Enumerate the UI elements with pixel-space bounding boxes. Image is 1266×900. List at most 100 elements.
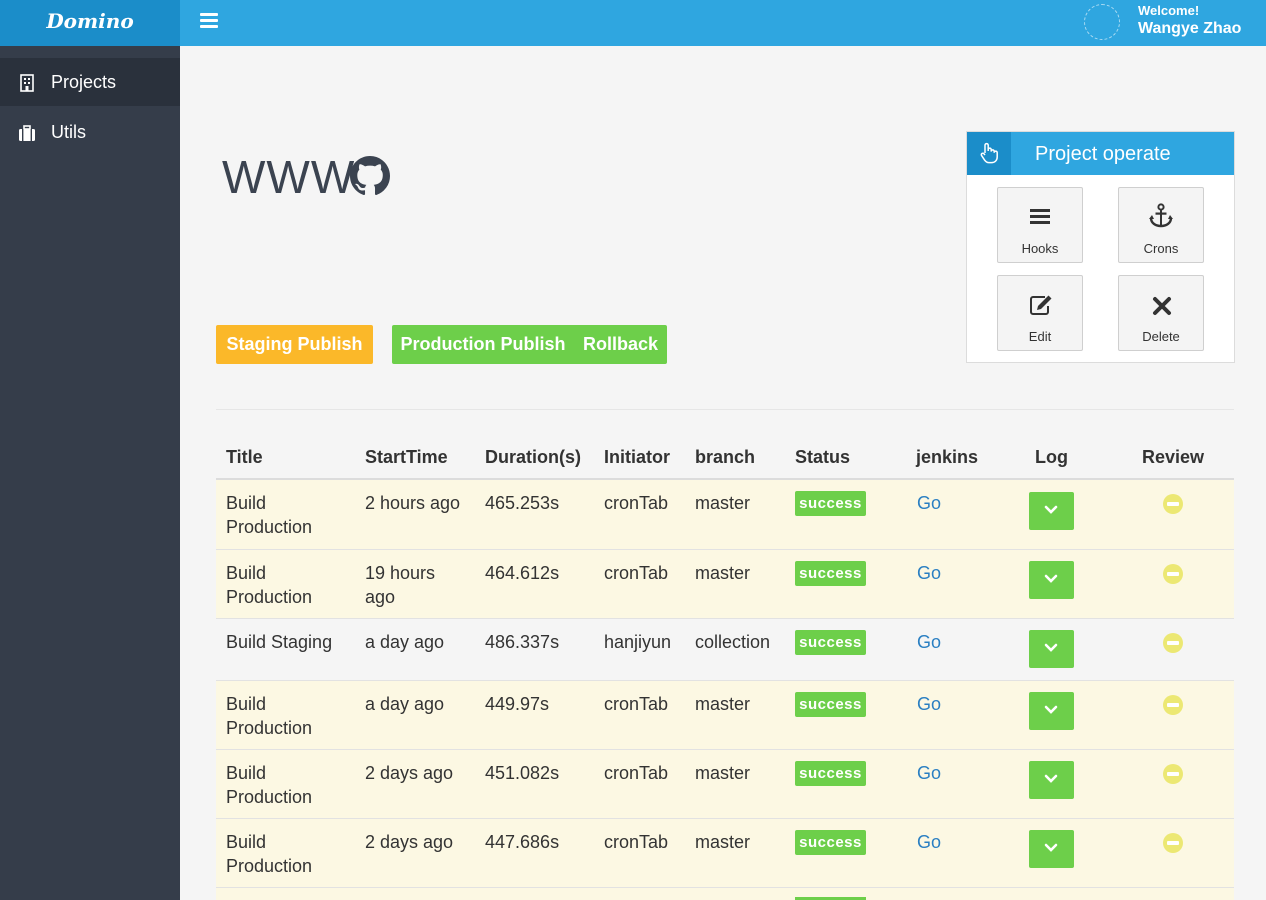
review-minus-icon[interactable] (1163, 494, 1183, 514)
table-row: Build Staging a day ago 486.337s hanjiyu… (216, 619, 1234, 681)
column-header-review[interactable]: Review (1142, 446, 1204, 468)
jenkins-go-link[interactable]: Go (917, 630, 941, 654)
row-duration: 447.686s (485, 832, 560, 852)
rollback-button[interactable]: Rollback (574, 325, 667, 364)
row-branch: master (695, 694, 751, 714)
row-branch: collection (695, 632, 771, 652)
chevron-down-icon (1044, 574, 1058, 583)
production-publish-button[interactable]: Production Publish (392, 325, 574, 364)
row-branch: master (695, 493, 751, 513)
briefcase-icon (19, 125, 35, 141)
column-header-jenkins[interactable]: jenkins (916, 446, 978, 468)
jenkins-go-link[interactable]: Go (917, 692, 941, 716)
row-initiator: cronTab (604, 832, 669, 852)
row-duration: 465.253s (485, 493, 560, 513)
row-branch: master (695, 763, 751, 783)
edit-icon (1030, 295, 1052, 315)
welcome-text: Welcome! (1138, 3, 1200, 18)
jenkins-go-link[interactable]: Go (917, 761, 941, 785)
column-header-branch[interactable]: branch (695, 446, 755, 468)
top-navbar: Domino Welcome! Wangye Zhao (0, 0, 1266, 46)
sidebar-item-utils[interactable]: Utils (0, 108, 180, 156)
menu-toggle-icon[interactable] (200, 13, 218, 29)
times-icon (1153, 297, 1171, 315)
review-minus-icon[interactable] (1163, 695, 1183, 715)
log-expand-button[interactable] (1029, 692, 1074, 730)
staging-publish-button[interactable]: Staging Publish (216, 325, 373, 364)
column-header-duration[interactable]: Duration(s) (485, 446, 581, 468)
row-start-time: 2 hours ago (365, 493, 461, 513)
row-initiator: hanjiyun (604, 632, 672, 652)
row-duration: 486.337s (485, 632, 560, 652)
production-button-group: Production Publish Rollback (392, 325, 667, 364)
chevron-down-icon (1044, 705, 1058, 714)
jenkins-go-link[interactable]: Go (917, 491, 941, 515)
column-header-initiator[interactable]: Initiator (604, 446, 670, 468)
row-duration: 451.082s (485, 763, 560, 783)
row-branch: master (695, 832, 751, 852)
chevron-down-icon (1044, 843, 1058, 852)
sidebar-item-projects[interactable]: Projects (0, 58, 180, 106)
table-row: Build Production a day ago 449.97s cronTa… (216, 681, 1234, 750)
row-title: Build Production (226, 694, 313, 738)
chevron-down-icon (1044, 774, 1058, 783)
row-duration: 449.97s (485, 694, 550, 714)
chevron-down-icon (1044, 643, 1058, 652)
anchor-icon (1149, 203, 1173, 228)
log-expand-button[interactable] (1029, 630, 1074, 668)
delete-button[interactable]: Delete (1118, 275, 1204, 351)
row-start-time: a day ago (365, 632, 445, 652)
jenkins-go-link[interactable]: Go (917, 830, 941, 854)
review-minus-icon[interactable] (1163, 764, 1183, 784)
jenkins-go-link[interactable]: Go (917, 561, 941, 585)
status-badge: success (795, 630, 866, 655)
row-initiator: cronTab (604, 493, 669, 513)
hooks-label: Hooks (1021, 241, 1059, 256)
panel-header: Project operate (967, 132, 1234, 175)
row-initiator: cronTab (604, 563, 669, 583)
review-minus-icon[interactable] (1163, 564, 1183, 584)
status-badge: success (795, 561, 866, 586)
row-title: Build Staging (226, 632, 333, 652)
table-row (216, 888, 1234, 900)
sidebar-item-label: Projects (51, 72, 117, 92)
row-title: Build Production (226, 493, 313, 537)
column-header-status[interactable]: Status (795, 446, 850, 468)
column-header-title[interactable]: Title (226, 446, 263, 468)
table-row: Build Production 2 hours ago 465.253s cro… (216, 480, 1234, 550)
column-header-starttime[interactable]: StartTime (365, 446, 448, 468)
delete-label: Delete (1142, 329, 1180, 344)
github-icon[interactable] (350, 156, 390, 196)
review-minus-icon[interactable] (1163, 833, 1183, 853)
panel-title: Project operate (1035, 143, 1171, 165)
project-title: WWW (222, 151, 356, 203)
table-row: Build Production 2 days ago 447.686s cron… (216, 819, 1234, 888)
row-start-time: 2 days ago (365, 832, 454, 852)
column-header-log[interactable]: Log (1035, 446, 1068, 468)
row-title: Build Production (226, 832, 313, 876)
log-expand-button[interactable] (1029, 561, 1074, 599)
project-operate-panel: Project operate Hooks Crons Edit Delete (966, 131, 1235, 363)
log-expand-button[interactable] (1029, 761, 1074, 799)
brand-logo[interactable]: Domino (0, 0, 180, 46)
status-badge: success (795, 491, 866, 516)
review-minus-icon[interactable] (1163, 633, 1183, 653)
table-row: Build Production 2 days ago 451.082s cron… (216, 750, 1234, 819)
sidebar: Projects Utils (0, 46, 180, 900)
row-duration: 464.612s (485, 563, 560, 583)
edit-label: Edit (1028, 329, 1052, 344)
row-initiator: cronTab (604, 763, 669, 783)
row-branch: master (695, 563, 751, 583)
row-start-time: a day ago (365, 694, 445, 714)
user-avatar[interactable] (1084, 4, 1120, 40)
log-expand-button[interactable] (1029, 830, 1074, 868)
log-expand-button[interactable] (1029, 492, 1074, 530)
list-icon (1030, 209, 1050, 224)
edit-button[interactable]: Edit (997, 275, 1083, 351)
table-row: Build Production 19 hours ago 464.612s cro… (216, 550, 1234, 619)
building-icon (20, 74, 34, 92)
hooks-button[interactable]: Hooks (997, 187, 1083, 263)
username[interactable]: Wangye Zhao (1138, 19, 1241, 39)
status-badge: success (795, 761, 866, 786)
crons-button[interactable]: Crons (1118, 187, 1204, 263)
